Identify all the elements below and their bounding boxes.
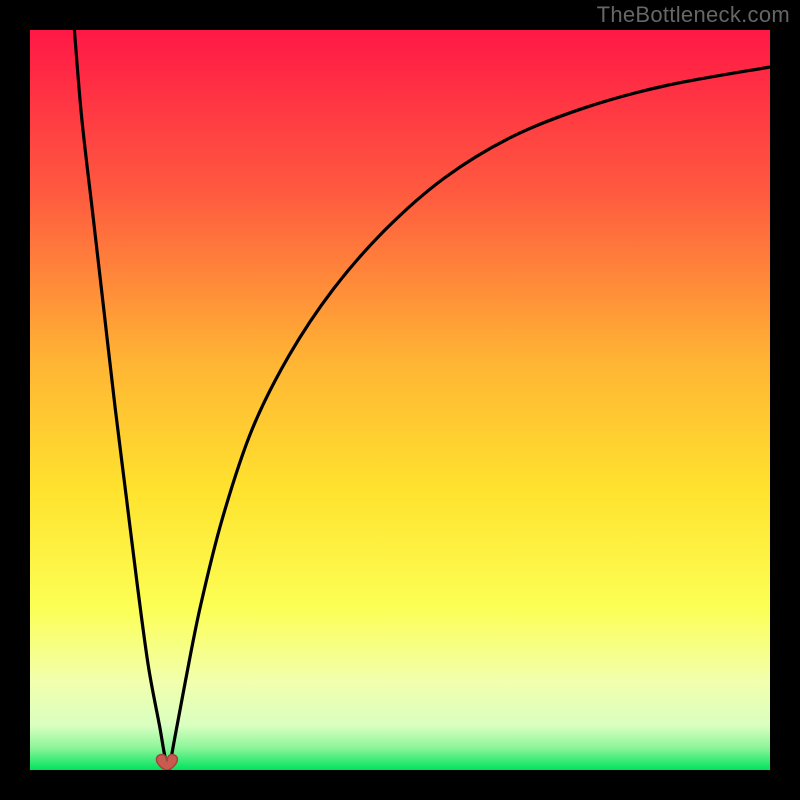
plot-area <box>30 30 770 770</box>
watermark-text: TheBottleneck.com <box>597 2 790 28</box>
bottleneck-chart <box>30 30 770 770</box>
gradient-background <box>30 30 770 770</box>
chart-frame: TheBottleneck.com <box>0 0 800 800</box>
